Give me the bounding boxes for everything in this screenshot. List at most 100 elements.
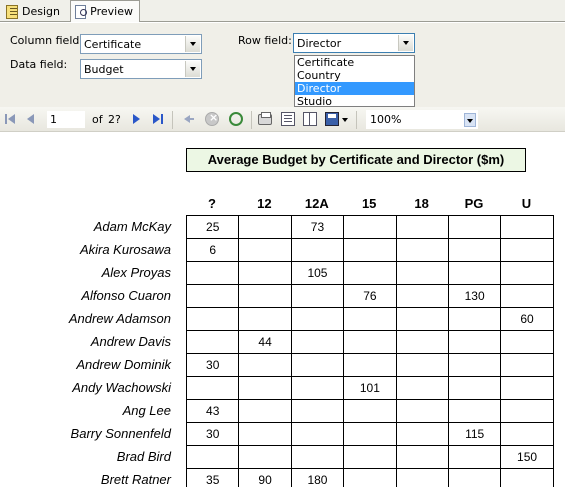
- table-cell: [447, 353, 502, 377]
- table-cell: [447, 330, 502, 354]
- tab-strip: Design Preview: [0, 0, 565, 22]
- table-cell: [343, 261, 397, 285]
- table-row: 44: [185, 330, 554, 354]
- row-header: Brett Ratner: [100, 472, 171, 487]
- table-cell: [290, 307, 345, 331]
- back-icon[interactable]: [182, 112, 196, 126]
- tab-preview[interactable]: Preview: [70, 0, 140, 22]
- table-cell: 35: [185, 468, 240, 487]
- table-cell: [238, 307, 292, 331]
- table-cell: [290, 284, 345, 308]
- data-field-value: Budget: [84, 63, 124, 76]
- zoom-value: 100%: [370, 113, 402, 126]
- chevron-down-icon[interactable]: [342, 118, 348, 122]
- chevron-down-icon[interactable]: [185, 36, 200, 52]
- row-header: Adam McKay: [93, 219, 171, 234]
- table-cell: [343, 330, 397, 354]
- preview-toolbar: 1 of 2? 100%: [0, 107, 565, 132]
- previous-page-icon[interactable]: [24, 112, 38, 126]
- report-title: Average Budget by Certificate and Direct…: [186, 148, 526, 172]
- chevron-down-icon[interactable]: [398, 35, 413, 51]
- table-row: 30 115: [185, 422, 554, 446]
- table-cell: 115: [447, 422, 502, 446]
- stop-icon[interactable]: [205, 111, 219, 126]
- table-cell: [343, 353, 397, 377]
- print-icon[interactable]: [258, 112, 272, 125]
- table-cell: [238, 284, 292, 308]
- column-field-select[interactable]: Certificate: [80, 34, 202, 54]
- table-cell: [447, 399, 502, 423]
- page-number-input[interactable]: 1: [47, 111, 85, 128]
- table-cell: 105: [290, 261, 345, 285]
- table-cell: [500, 238, 554, 262]
- table-cell: [290, 445, 345, 469]
- table-cell: [343, 215, 397, 239]
- table-cell: [500, 422, 554, 446]
- chevron-down-icon[interactable]: [464, 113, 476, 127]
- table-cell: [395, 399, 449, 423]
- table-cell: [238, 422, 292, 446]
- dropdown-option-director[interactable]: Director: [295, 82, 414, 95]
- column-header: ?: [208, 196, 216, 211]
- table-cell: [395, 261, 449, 285]
- table-cell: [395, 422, 449, 446]
- print-layout-icon[interactable]: [281, 112, 295, 126]
- dropdown-option-country[interactable]: Country: [295, 69, 414, 82]
- table-cell: 130: [447, 284, 502, 308]
- row-header: Alex Proyas: [101, 265, 171, 280]
- table-cell: [238, 353, 292, 377]
- column-header: 12: [257, 196, 272, 211]
- page-total-label: 2?: [108, 113, 121, 126]
- table-cell: [447, 376, 502, 400]
- first-page-icon[interactable]: [4, 112, 18, 126]
- table-cell: [290, 330, 345, 354]
- table-cell: [343, 422, 397, 446]
- table-cell: [238, 261, 292, 285]
- row-header: Brad Bird: [116, 449, 171, 464]
- table-row: 30: [185, 353, 554, 377]
- table-row: 76 130: [185, 284, 554, 308]
- page-of-label: of: [92, 113, 103, 126]
- table-cell: [447, 215, 502, 239]
- table-cell: [500, 284, 554, 308]
- zoom-select[interactable]: 100%: [366, 110, 478, 129]
- row-header: Andy Wachowski: [72, 380, 171, 395]
- dropdown-option-studio[interactable]: Studio: [295, 95, 414, 108]
- column-field-value: Certificate: [84, 38, 142, 51]
- report-page: Average Budget by Certificate and Direct…: [0, 133, 565, 487]
- preview-icon: [75, 4, 88, 19]
- table-cell: [500, 215, 554, 239]
- column-header: PG: [464, 196, 484, 211]
- refresh-icon[interactable]: [229, 112, 243, 126]
- table-row: 60: [185, 307, 554, 331]
- tab-design[interactable]: Design: [2, 1, 66, 22]
- data-field-select[interactable]: Budget: [80, 59, 202, 79]
- row-header: Andrew Davis: [90, 334, 171, 349]
- table-cell: 73: [290, 215, 345, 239]
- table-cell: [447, 261, 502, 285]
- table-cell: [238, 399, 292, 423]
- next-page-icon[interactable]: [130, 112, 144, 126]
- save-icon[interactable]: [325, 112, 339, 126]
- design-icon: [6, 4, 19, 19]
- table-cell: [185, 330, 240, 354]
- row-header: Andrew Dominik: [76, 357, 171, 372]
- page-setup-icon[interactable]: [303, 112, 317, 126]
- table-cell: [395, 376, 449, 400]
- table-cell: 43: [185, 399, 240, 423]
- table-cell: [500, 376, 554, 400]
- table-row: 101: [185, 376, 554, 400]
- table-cell: [290, 238, 345, 262]
- row-header: Akira Kurosawa: [79, 242, 171, 257]
- table-cell: [185, 307, 240, 331]
- last-page-icon[interactable]: [150, 112, 164, 126]
- row-header: Alfonso Cuaron: [81, 288, 171, 303]
- row-header: Ang Lee: [122, 403, 171, 418]
- table-cell: [395, 215, 449, 239]
- table-cell: [447, 238, 502, 262]
- row-field-select[interactable]: Director: [293, 33, 415, 53]
- page-number-value: 1: [50, 113, 57, 126]
- dropdown-option-certificate[interactable]: Certificate: [295, 56, 414, 69]
- row-field-value: Director: [297, 37, 342, 50]
- chevron-down-icon[interactable]: [185, 61, 200, 77]
